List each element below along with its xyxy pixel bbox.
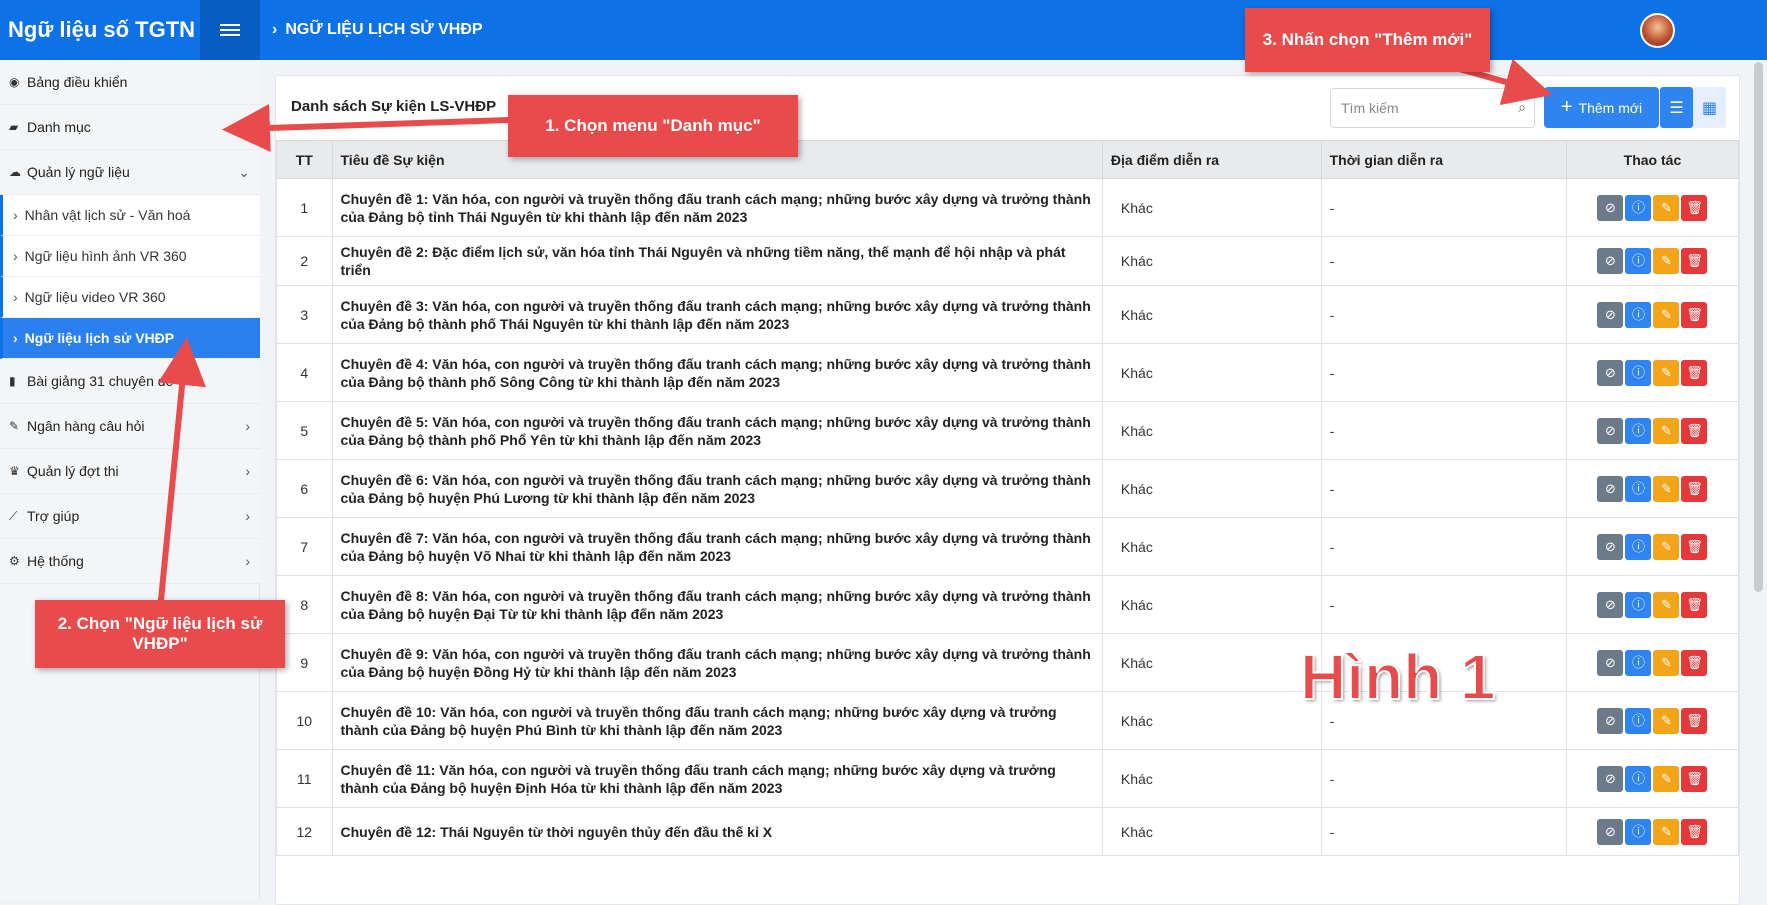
arrow-to-danh-muc	[222, 104, 511, 152]
arrow-to-vhdp	[157, 337, 206, 611]
annotation-arrows	[157, 58, 1553, 611]
annotation-step-1: 1. Chọn menu "Danh mục"	[508, 95, 798, 157]
figure-label: Hình 1	[1299, 640, 1497, 714]
annotation-step-2: 2. Chọn "Ngữ liệu lịch sử VHĐP"	[35, 600, 285, 668]
annotation-step-3: 3. Nhấn chọn "Thêm mới"	[1245, 8, 1490, 72]
